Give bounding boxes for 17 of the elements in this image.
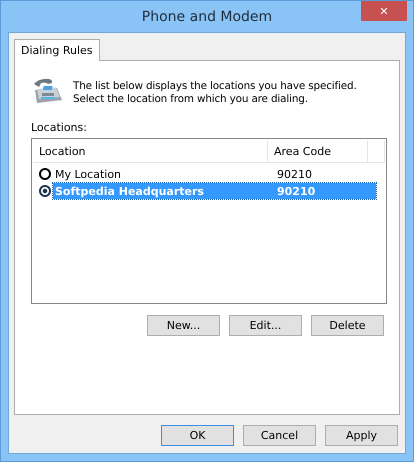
dialog-button[interactable]: OK [161,425,234,446]
close-button[interactable]: ✕ [361,1,407,21]
column-header[interactable]: Location [33,141,268,163]
dialog-button[interactable]: Cancel [243,425,316,446]
dialog-button[interactable]: Apply [325,425,398,446]
list-action-button[interactable]: Edit... [229,315,302,336]
radio-button[interactable] [39,185,51,197]
locations-label: Locations: [31,121,88,134]
radio-button[interactable] [39,168,51,180]
window-title: Phone and Modem [142,8,272,24]
column-header[interactable]: Area Code [268,141,368,163]
description-text: The list below displays the locations you have specified. Select the location from which you are dialing. [73,80,358,106]
empty-column-header [368,141,385,163]
tab[interactable]: Dialing Rules [14,39,100,61]
list-action-button[interactable]: Delete [311,315,384,336]
list-action-button[interactable]: New... [147,315,220,336]
location-row[interactable]: My Location 90210 [53,166,376,182]
